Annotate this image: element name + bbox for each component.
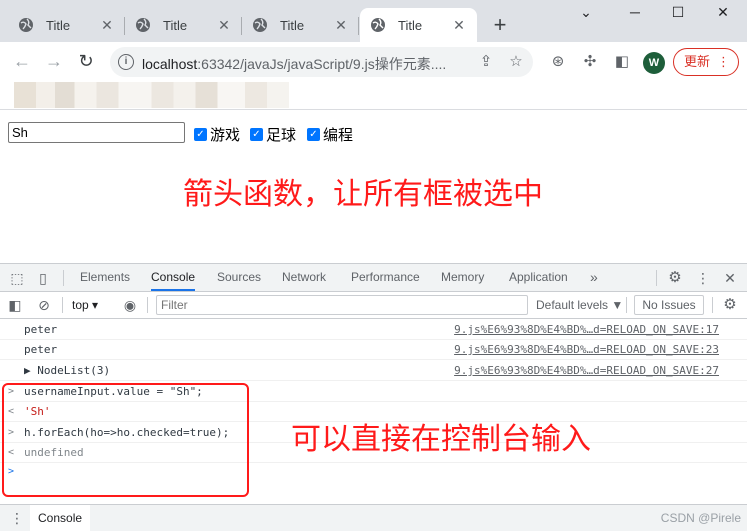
annotation-note: 可以直接在控制台输入 <box>291 422 591 457</box>
filter-input[interactable] <box>156 295 528 315</box>
issues-button[interactable]: No Issues <box>634 295 704 315</box>
close-icon[interactable]: ✕ <box>333 17 349 34</box>
close-window-button[interactable]: ✕ <box>711 4 735 21</box>
tab-title: Title <box>280 17 305 33</box>
browser-tab[interactable]: Title ✕ <box>8 8 125 42</box>
tab-performance[interactable]: Performance <box>351 264 420 291</box>
new-tab-button[interactable]: + <box>488 14 512 36</box>
eye-icon[interactable]: ◉ <box>121 296 139 314</box>
side-panel-icon[interactable]: ◧ <box>612 52 632 72</box>
puzzle-icon[interactable]: ✣ <box>580 52 600 72</box>
close-icon[interactable]: ✕ <box>721 269 739 287</box>
log-row: peter 9.js%E6%93%8D%E4%BD%…d=RELOAD_ON_S… <box>0 340 747 360</box>
checkbox-football[interactable]: ✓ 足球 <box>250 124 296 145</box>
tab-memory[interactable]: Memory <box>441 264 484 291</box>
drawer-tab-console[interactable]: Console <box>30 505 91 532</box>
minimize-button[interactable]: ─ <box>623 4 647 20</box>
devtools-tabbar: ⬚ ▯ Elements Console Sources Network Per… <box>0 264 747 292</box>
maximize-button[interactable]: ☐ <box>666 4 690 21</box>
address-bar[interactable]: i localhost:63342/javaJs/javaScript/9.js… <box>110 47 533 77</box>
tab-application[interactable]: Application <box>509 264 568 291</box>
source-link[interactable]: 9.js%E6%93%8D%E4%BD%…d=RELOAD_ON_SAVE:23 <box>454 340 719 360</box>
log-row-nodelist[interactable]: ▶ NodeList(3) 9.js%E6%93%8D%E4%BD%…d=REL… <box>0 361 747 381</box>
share-icon[interactable]: ⇪ <box>476 52 496 70</box>
tab-title: Title <box>46 17 71 33</box>
gear-icon[interactable]: ⚙ <box>721 296 739 314</box>
forward-arrow-icon[interactable]: → <box>42 50 66 72</box>
check-icon[interactable]: ✓ <box>250 128 263 141</box>
reload-icon[interactable]: ↻ <box>74 50 98 72</box>
annotation-heading: 箭头函数，让所有框被选中 <box>183 178 543 211</box>
url-text[interactable]: localhost:63342/javaJs/javaScript/9.js操作… <box>142 54 446 74</box>
globe-icon <box>19 18 33 32</box>
info-icon[interactable]: i <box>118 54 134 70</box>
console-drawer: ⋮ Console CSDN @Pirele <box>0 504 747 532</box>
inspect-icon[interactable]: ⬚ <box>8 269 26 287</box>
back-arrow-icon[interactable]: ← <box>10 50 34 72</box>
source-link[interactable]: 9.js%E6%93%8D%E4%BD%…d=RELOAD_ON_SAVE:27 <box>454 361 719 381</box>
bookmarks-bar <box>0 80 747 110</box>
pixelated-bookmarks <box>14 82 289 108</box>
context-selector[interactable]: top ▾ <box>72 298 98 312</box>
close-icon[interactable]: ✕ <box>216 17 232 34</box>
tab-title: Title <box>398 17 423 33</box>
sidebar-toggle-icon[interactable]: ◧ <box>6 296 24 314</box>
checkbox-game[interactable]: ✓ 游戏 <box>194 124 240 145</box>
checkbox-programming[interactable]: ✓ 编程 <box>307 124 353 145</box>
source-link[interactable]: 9.js%E6%93%8D%E4%BD%…d=RELOAD_ON_SAVE:17 <box>454 320 719 340</box>
update-button[interactable]: 更新 ⋮ <box>673 48 739 76</box>
check-icon[interactable]: ✓ <box>194 128 207 141</box>
browser-tab[interactable]: Title ✕ <box>242 8 359 42</box>
tab-sources[interactable]: Sources <box>217 264 261 291</box>
more-tabs-icon[interactable]: » <box>590 264 598 291</box>
watermark: CSDN @Pirele <box>660 511 741 525</box>
tab-elements[interactable]: Elements <box>80 264 130 291</box>
globe-icon <box>371 18 385 32</box>
close-icon[interactable]: ✕ <box>451 17 467 34</box>
globe-icon <box>253 18 267 32</box>
tab-console[interactable]: Console <box>151 264 196 291</box>
highlight-box <box>2 383 249 497</box>
log-levels-dropdown[interactable]: Default levels ▼ <box>536 298 623 312</box>
menu-icon[interactable]: ⋮ <box>10 510 24 527</box>
chevron-down-icon[interactable]: ⌄ <box>574 4 598 21</box>
gear-icon[interactable]: ⚙ <box>666 269 684 287</box>
globe-icon <box>136 18 150 32</box>
extension-icon[interactable]: ⊛ <box>548 52 568 72</box>
tab-title: Title <box>163 17 188 33</box>
browser-tab[interactable]: Title ✕ <box>125 8 242 42</box>
tab-strip: Title ✕ Title ✕ Title ✕ Title ✕ + ⌄ ─ ☐ … <box>0 0 747 42</box>
clear-console-icon[interactable]: ⊘ <box>35 296 53 314</box>
log-row: peter 9.js%E6%93%8D%E4%BD%…d=RELOAD_ON_S… <box>0 320 747 340</box>
star-icon[interactable]: ☆ <box>506 52 526 70</box>
avatar[interactable]: W <box>643 52 665 74</box>
username-input[interactable] <box>8 122 185 143</box>
page-content: ✓游戏 ✓足球 ✓编程 箭头函数，让所有框被选中 <box>0 111 747 263</box>
console-output[interactable]: peter 9.js%E6%93%8D%E4%BD%…d=RELOAD_ON_S… <box>0 320 747 504</box>
more-icon: ⋮ <box>717 54 730 69</box>
device-toolbar-icon[interactable]: ▯ <box>34 269 52 287</box>
console-toolbar: ◧ ⊘ top ▾ ◉ Default levels ▼ No Issues ⚙ <box>0 292 747 319</box>
devtools-panel: ⬚ ▯ Elements Console Sources Network Per… <box>0 263 747 532</box>
tab-network[interactable]: Network <box>282 264 326 291</box>
check-icon[interactable]: ✓ <box>307 128 320 141</box>
close-icon[interactable]: ✕ <box>99 17 115 34</box>
navigation-bar: ← → ↻ i localhost:63342/javaJs/javaScrip… <box>0 42 747 80</box>
browser-tab-active[interactable]: Title ✕ <box>360 8 477 42</box>
more-icon[interactable]: ⋮ <box>694 269 712 287</box>
